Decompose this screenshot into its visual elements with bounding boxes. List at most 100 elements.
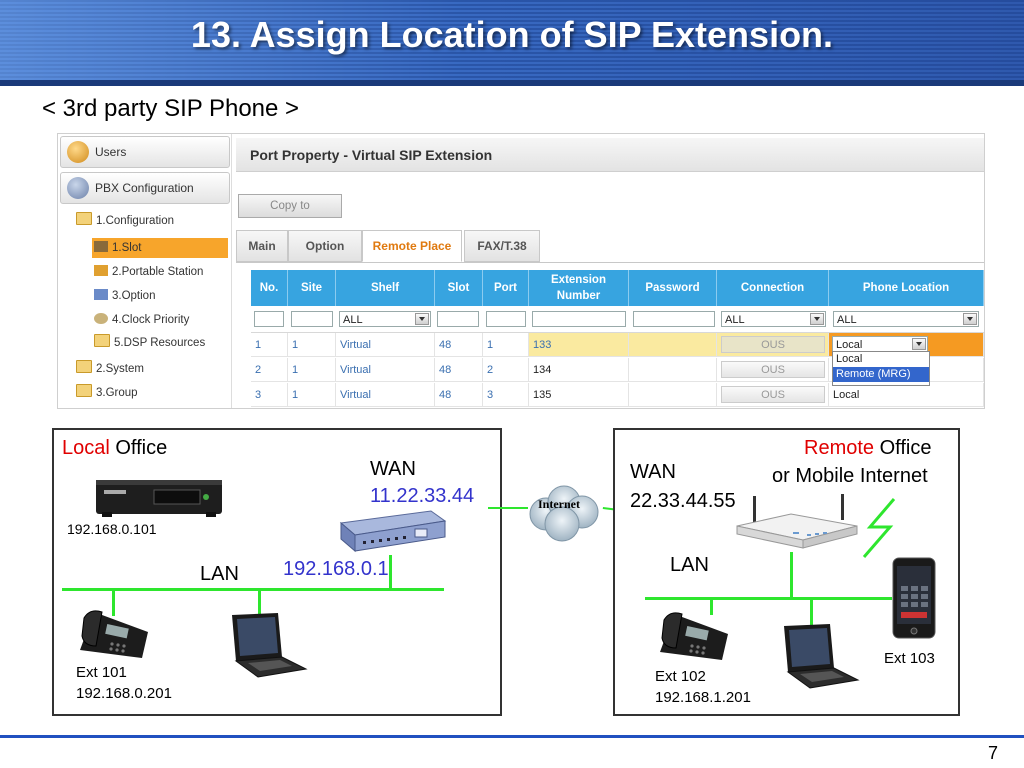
nav-pbx-configuration[interactable]: PBX Configuration [60,172,230,204]
column-header[interactable]: Extension Number [529,270,629,306]
portable-station-icon [94,265,108,276]
cell-shelf: Virtual [336,333,435,357]
ext101-label: Ext 101 [76,664,127,681]
filter-location-value: ALL [837,314,857,326]
dropdown-option-remote-mrg[interactable]: Remote (MRG) [833,367,929,382]
folder-open-icon [76,212,92,225]
filter-slot-input[interactable] [437,311,479,327]
filter-site-input[interactable] [291,311,333,327]
chevron-down-icon [963,313,977,325]
cell-extension[interactable]: 133 [529,333,629,357]
pbx-ip: 192.168.0.101 [67,521,157,537]
connection-ous-button[interactable]: OUS [721,386,825,403]
location-select[interactable]: Local [832,336,928,352]
connection-ous-button[interactable]: OUS [721,336,825,353]
nav-item-label: 1.Slot [112,242,142,254]
nav-item-slot[interactable]: 1.Slot [92,238,228,258]
clock-priority-icon [94,313,108,324]
chevron-down-icon [415,313,429,325]
cell-password[interactable] [629,333,717,357]
folder-icon [76,384,92,397]
navigation-pane: Users PBX Configuration 1.Configuration … [58,134,232,408]
cell-shelf: Virtual [336,383,435,407]
column-header[interactable]: Phone Location [829,270,984,306]
filter-shelf-value: ALL [343,314,363,326]
nav-item-group[interactable]: 3.Group [76,383,138,403]
nav-item-portable-station[interactable]: 2.Portable Station [92,262,203,282]
cell-no: 3 [251,383,288,407]
filter-location-select[interactable]: ALL [833,311,979,327]
column-header[interactable]: Password [629,270,717,306]
remote-lan-label: LAN [670,554,709,576]
column-header[interactable]: Connection [717,270,829,306]
cell-connection: OUS [717,333,829,357]
nav-item-label: 1.Configuration [96,215,174,227]
tab-bar: Main Option Remote Place FAX/T.38 [236,230,984,263]
connection-ous-button[interactable]: OUS [721,361,825,378]
cell-connection: OUS [717,358,829,382]
cell-extension[interactable]: 135 [529,383,629,407]
tab-fax-t38[interactable]: FAX/T.38 [464,230,540,262]
column-header[interactable]: Slot [435,270,483,306]
ext102-label: Ext 102 [655,668,706,685]
local-lan-label: LAN [200,563,239,585]
table-row[interactable]: 3 1 Virtual 48 3 135 OUS Local [251,383,984,407]
router-ip: 192.168.0.1 [283,558,389,580]
cell-shelf: Virtual [336,358,435,382]
filter-no-input[interactable] [254,311,284,327]
tab-remote-place[interactable]: Remote Place [362,230,462,262]
remote-office-label: Remote Office [804,437,931,460]
location-dropdown-list: Local Remote (MRG) [832,351,930,386]
option-icon [94,289,108,300]
cell-port: 3 [483,383,529,407]
wan-link-local [488,507,528,509]
remote-wan-ip: 22.33.44.55 [630,490,736,512]
dropdown-option-local[interactable]: Local [833,352,929,367]
filter-connection-select[interactable]: ALL [721,311,826,327]
lan-drop-wireless-router [790,552,793,598]
column-header[interactable]: Port [483,270,529,306]
port-property-title: Port Property - Virtual SIP Extension [236,138,984,172]
nav-item-configuration[interactable]: 1.Configuration [76,211,174,231]
slide-subtitle: < 3rd party SIP Phone > [42,95,300,122]
column-header[interactable]: No. [251,270,288,306]
tab-option[interactable]: Option [288,230,362,262]
filter-password-input[interactable] [633,311,715,327]
chevron-down-icon [810,313,824,325]
laptop-icon [784,624,860,689]
filter-row: ALL ALL ALL [251,307,984,333]
nav-pbx-configuration-label: PBX Configuration [95,181,194,195]
remote-office-line2: or Mobile Internet [772,465,928,487]
local-word: Local [62,437,110,459]
remote-lan-line [645,597,892,600]
filter-shelf-select[interactable]: ALL [339,311,431,327]
column-header[interactable]: Shelf [336,270,435,306]
ip-phone-icon [80,610,148,658]
cell-slot: 48 [435,333,483,357]
nav-item-system[interactable]: 2.System [76,359,144,379]
nav-item-dsp-resources[interactable]: 5.DSP Resources [92,333,205,353]
footer-line [0,735,1024,738]
cell-site: 1 [288,333,336,357]
cell-slot: 48 [435,358,483,382]
local-office-label: Local Office [62,437,167,460]
cell-password[interactable] [629,383,717,407]
ext103-label: Ext 103 [884,650,935,667]
column-header[interactable]: Site [288,270,336,306]
cell-extension[interactable]: 134 [529,358,629,382]
cell-location[interactable]: Local [829,383,984,407]
users-icon [67,141,89,163]
nav-item-clock-priority[interactable]: 4.Clock Priority [92,310,189,330]
smartphone-icon [892,557,936,639]
filter-extension-input[interactable] [532,311,626,327]
nav-item-option[interactable]: 3.Option [92,286,155,306]
router-icon [339,510,447,553]
nav-users[interactable]: Users [60,136,230,168]
local-wan-label: WAN [370,458,416,480]
filter-port-input[interactable] [486,311,526,327]
ext101-ip: 192.168.0.201 [76,685,172,702]
copy-to-button[interactable]: Copy to [238,194,342,218]
cell-site: 1 [288,358,336,382]
tab-main[interactable]: Main [236,230,288,262]
cell-password[interactable] [629,358,717,382]
